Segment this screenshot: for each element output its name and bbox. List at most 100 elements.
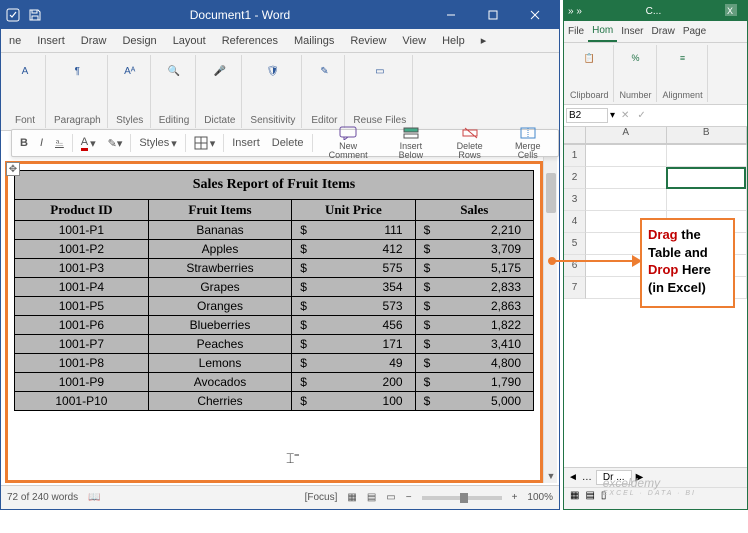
spellcheck-icon[interactable]: 📖 — [88, 492, 100, 503]
table-row[interactable]: 1001-P10Cherries$100$5,000 — [15, 392, 534, 411]
name-box[interactable]: B2 — [566, 108, 608, 123]
table-row[interactable]: 1001-P5Oranges$573$2,863 — [15, 297, 534, 316]
select-all-corner[interactable] — [564, 127, 586, 144]
tab-ne[interactable]: ne — [1, 29, 29, 52]
underline-button[interactable]: ⎁ — [51, 135, 68, 152]
table-move-handle[interactable]: ✥ — [6, 162, 20, 176]
font-color-icon[interactable]: A▾ — [77, 134, 100, 153]
excel-tab-file[interactable]: File — [564, 21, 588, 42]
col-header-A[interactable]: A — [586, 127, 667, 144]
insert-below-button[interactable]: Insert Below — [384, 124, 438, 162]
cell[interactable] — [667, 167, 748, 189]
tab-insert[interactable]: Insert — [29, 29, 73, 52]
read-mode-icon[interactable]: ▦ — [347, 492, 356, 503]
new-comment-button[interactable]: New Comment — [316, 124, 379, 162]
vertical-scrollbar[interactable]: ▲ ▼ — [543, 133, 557, 483]
close-button[interactable] — [515, 3, 555, 27]
word-count[interactable]: 72 of 240 words — [7, 492, 78, 503]
ribbon-group-editing[interactable]: 🔍Editing — [153, 55, 197, 128]
insert-button[interactable]: Insert — [228, 135, 264, 151]
ribbon-group-reuse-files[interactable]: ▭Reuse Files — [347, 55, 413, 128]
table-row[interactable]: 1001-P9Avocados$200$1,790 — [15, 373, 534, 392]
row-header-1[interactable]: 1 — [564, 145, 586, 167]
tab-help[interactable]: Help — [434, 29, 473, 52]
word-statusbar: 72 of 240 words 📖 [Focus] ▦ ▤ ▭ − + 100% — [1, 485, 559, 509]
save-icon[interactable] — [27, 7, 43, 23]
minimize-button[interactable] — [431, 3, 471, 27]
focus-button[interactable]: [Focus] — [305, 492, 338, 503]
table-row[interactable]: 1001-P8Lemons$49$4,800 — [15, 354, 534, 373]
scroll-down-arrow[interactable]: ▼ — [544, 469, 558, 483]
sheet-menu[interactable]: … — [582, 472, 592, 483]
ribbon-group-styles[interactable]: AᴬStyles — [110, 55, 151, 128]
excel-group-clipboard[interactable]: 📋Clipboard — [566, 45, 614, 102]
table-row[interactable]: 1001-P7Peaches$171$3,410 — [15, 335, 534, 354]
ribbon-group-sensitivity[interactable]: 🛡Sensitivity — [244, 55, 302, 128]
cell[interactable] — [586, 189, 667, 211]
merge-cells-button[interactable]: Merge Cells — [501, 124, 554, 162]
tab-review[interactable]: Review — [342, 29, 394, 52]
zoom-slider[interactable] — [422, 496, 502, 500]
cell[interactable] — [667, 145, 748, 167]
excel-tab-inser[interactable]: Inser — [617, 21, 647, 42]
table-row[interactable]: 1001-P2Apples$412$3,709 — [15, 240, 534, 259]
ribbon-group-paragraph[interactable]: ¶Paragraph — [48, 55, 108, 128]
web-layout-icon[interactable]: ▭ — [386, 492, 395, 503]
bold-button[interactable]: B — [16, 135, 32, 151]
excel-tab-page[interactable]: Page — [679, 21, 710, 42]
table-row[interactable]: 1001-P3Strawberries$575$5,175 — [15, 259, 534, 278]
table-row[interactable]: 1001-P1Bananas$111$2,210 — [15, 221, 534, 240]
tab-references[interactable]: References — [214, 29, 286, 52]
print-layout-icon[interactable]: ▤ — [367, 492, 376, 503]
excel-tabs: FileHomInserDrawPage — [564, 21, 747, 43]
excel-chevrons[interactable]: » » — [568, 6, 582, 17]
table-header: Unit Price — [292, 200, 415, 221]
cell[interactable] — [586, 167, 667, 189]
reuse files-icon: ▭ — [366, 57, 394, 85]
row-header-3[interactable]: 3 — [564, 189, 586, 211]
normal-view-icon[interactable]: ▦ — [570, 490, 579, 501]
sheet-scroll-left[interactable]: ◄ — [568, 472, 578, 483]
sales-table[interactable]: Sales Report of Fruit Items Product IDFr… — [14, 170, 534, 411]
tabs-overflow[interactable]: ▸ — [473, 29, 495, 52]
row-header-7[interactable]: 7 — [564, 277, 586, 299]
maximize-button[interactable] — [473, 3, 513, 27]
scroll-thumb[interactable] — [546, 173, 556, 213]
excel-app-icon: X — [725, 4, 739, 18]
formula-bar: B2 ▾ ✕ ✓ — [564, 105, 747, 127]
zoom-level[interactable]: 100% — [527, 492, 553, 503]
table-row[interactable]: 1001-P4Grapes$354$2,833 — [15, 278, 534, 297]
tab-draw[interactable]: Draw — [73, 29, 115, 52]
tab-design[interactable]: Design — [114, 29, 164, 52]
row-header-2[interactable]: 2 — [564, 167, 586, 189]
col-header-B[interactable]: B — [667, 127, 748, 144]
table-grid-icon[interactable]: ▾ — [190, 134, 220, 152]
tab-view[interactable]: View — [394, 29, 434, 52]
page-layout-icon[interactable]: ▤ — [585, 490, 594, 501]
enter-icon[interactable]: ✓ — [633, 110, 649, 121]
styles-dropdown[interactable]: Styles▾ — [135, 135, 181, 152]
ribbon-group-dictate[interactable]: 🎤Dictate — [198, 55, 242, 128]
document-area[interactable]: ✥ Sales Report of Fruit Items Product ID… — [5, 161, 543, 483]
excel-tab-hom[interactable]: Hom — [588, 21, 617, 42]
highlight-icon[interactable]: ✎▾ — [104, 135, 127, 152]
delete-rows-button[interactable]: Delete Rows — [442, 124, 497, 162]
cancel-icon[interactable]: ✕ — [617, 110, 633, 121]
excel-group-number[interactable]: %Number — [616, 45, 657, 102]
dictate-icon: 🎤 — [206, 57, 234, 85]
delete-button[interactable]: Delete — [268, 135, 308, 151]
tab-mailings[interactable]: Mailings — [286, 29, 342, 52]
row-header-5[interactable]: 5 — [564, 233, 586, 255]
row-header-6[interactable]: 6 — [564, 255, 586, 277]
cell[interactable] — [667, 189, 748, 211]
italic-button[interactable]: I — [36, 135, 47, 151]
table-row[interactable]: 1001-P6Blueberries$456$1,822 — [15, 316, 534, 335]
cell[interactable] — [586, 145, 667, 167]
row-header-4[interactable]: 4 — [564, 211, 586, 233]
excel-tab-draw[interactable]: Draw — [647, 21, 678, 42]
autosave-icon — [5, 7, 21, 23]
tab-layout[interactable]: Layout — [165, 29, 214, 52]
excel-group-alignment[interactable]: ≡Alignment — [659, 45, 708, 102]
ribbon-group-font[interactable]: AFont — [5, 55, 46, 128]
ribbon-group-editor[interactable]: ✎Editor — [304, 55, 345, 128]
